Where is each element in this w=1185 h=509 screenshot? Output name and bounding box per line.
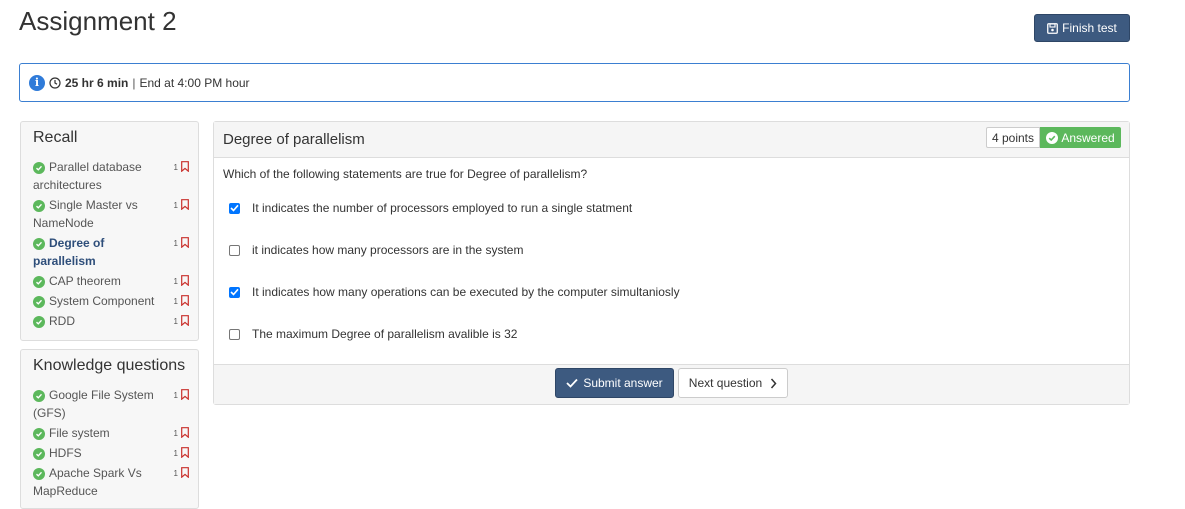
chevron-right-icon — [770, 378, 777, 389]
timer-end-time: End at 4:00 PM hour — [139, 75, 250, 90]
bookmark-icon[interactable] — [181, 447, 189, 458]
check-circle-icon — [33, 428, 45, 440]
sidebar-item-points: 1 — [173, 201, 178, 210]
sidebar-item-label: File system — [49, 426, 110, 440]
bookmark-icon[interactable] — [181, 161, 189, 172]
timer-duration: 25 hr 6 min — [65, 75, 129, 90]
sidebar-item-points: 1 — [173, 391, 178, 400]
question-footer: Submit answer Next question — [214, 364, 1129, 404]
answered-label: Answered — [1061, 130, 1115, 145]
sidebar-item[interactable]: System Component 1 — [21, 292, 198, 310]
question-panel: Degree of parallelism 4 points Answered … — [213, 121, 1130, 405]
answered-badge: Answered — [1040, 127, 1121, 148]
bookmark-icon[interactable] — [181, 427, 189, 438]
answer-option-label: It indicates how many operations can be … — [252, 285, 680, 299]
answer-checkbox[interactable] — [229, 244, 240, 256]
timer-info-bar: i 25 hr 6 min | End at 4:00 PM hour — [19, 63, 1130, 102]
clock-icon — [49, 76, 61, 89]
bookmark-icon[interactable] — [181, 467, 189, 478]
bookmark-icon[interactable] — [181, 389, 189, 400]
sidebar-item[interactable]: Single Master vs NameNode 1 — [21, 196, 198, 232]
check-circle-icon — [33, 468, 45, 480]
answer-option-label: it indicates how many processors are in … — [252, 243, 524, 257]
next-question-label: Next question — [688, 376, 763, 390]
sidebar-item[interactable]: CAP theorem 1 — [21, 272, 198, 290]
question-text: Which of the following statements are tr… — [223, 167, 588, 181]
sidebar-item-points: 1 — [173, 163, 178, 172]
answer-option[interactable]: The maximum Degree of parallelism avalib… — [229, 327, 517, 341]
sidebar-section-title: Recall — [33, 129, 78, 146]
bookmark-icon[interactable] — [181, 295, 189, 306]
answer-option-label: The maximum Degree of parallelism avalib… — [252, 327, 518, 341]
page-title: Assignment 2 — [19, 6, 177, 36]
answer-checkbox[interactable] — [229, 286, 240, 298]
finish-test-button[interactable]: Finish test — [1034, 14, 1130, 42]
sidebar-item-points: 1 — [173, 297, 178, 306]
info-icon: i — [29, 74, 45, 91]
points-badge: 4 points — [985, 127, 1040, 148]
check-circle-icon — [33, 200, 45, 212]
sidebar-item-label: System Component — [49, 294, 155, 308]
answer-checkbox[interactable] — [229, 202, 240, 214]
sidebar-item-points: 1 — [173, 239, 178, 248]
sidebar-item-label: CAP theorem — [49, 274, 121, 288]
sidebar-item[interactable]: Apache Spark Vs MapReduce 1 — [21, 464, 198, 500]
sidebar-item-label: Single Master vs NameNode — [33, 198, 138, 230]
check-circle-icon — [33, 296, 45, 308]
sidebar-item[interactable]: Degree of parallelism 1 — [21, 234, 198, 270]
checkmark-icon — [566, 378, 578, 388]
sidebar-item[interactable]: Parallel database architectures 1 — [21, 158, 198, 194]
sidebar-item-points: 1 — [173, 429, 178, 438]
sidebar-item-points: 1 — [173, 469, 178, 478]
next-question-button[interactable]: Next question — [678, 368, 788, 398]
answer-option[interactable]: It indicates the number of processors em… — [229, 201, 632, 215]
check-circle-icon — [33, 316, 45, 328]
bookmark-icon[interactable] — [181, 275, 189, 286]
sidebar-item-label: Parallel database architectures — [33, 160, 142, 192]
sidebar-item-points: 1 — [173, 277, 178, 286]
submit-answer-label: Submit answer — [583, 376, 663, 390]
check-circle-icon — [33, 162, 45, 174]
sidebar-section-recall: Recall Parallel database architectures 1 S… — [20, 121, 199, 341]
sidebar-item[interactable]: HDFS 1 — [21, 444, 198, 462]
sidebar-section-title: Knowledge questions — [33, 357, 186, 374]
bookmark-icon[interactable] — [181, 315, 189, 326]
answer-checkbox[interactable] — [229, 328, 240, 340]
sidebar-item-label: Google File System (GFS) — [33, 388, 154, 420]
sidebar-item-label: HDFS — [49, 446, 82, 460]
sidebar-item[interactable]: RDD 1 — [21, 312, 198, 330]
save-icon — [1047, 22, 1059, 34]
check-circle-icon — [33, 448, 45, 460]
submit-answer-button[interactable]: Submit answer — [555, 368, 674, 398]
answer-option-label: It indicates the number of processors em… — [252, 201, 633, 215]
sidebar-item[interactable]: File system 1 — [21, 424, 198, 442]
sidebar-item-label: Apache Spark Vs MapReduce — [33, 466, 142, 498]
sidebar-section-knowledge-questions: Knowledge questions Google File System (… — [20, 349, 199, 509]
finish-test-label: Finish test — [1062, 21, 1117, 35]
check-circle-icon — [33, 276, 45, 288]
bookmark-icon[interactable] — [181, 237, 189, 248]
answer-option[interactable]: It indicates how many operations can be … — [229, 285, 680, 299]
sidebar-item-label: RDD — [49, 314, 75, 328]
check-circle-icon — [33, 238, 45, 250]
sidebar-item-points: 1 — [173, 317, 178, 326]
question-title: Degree of parallelism — [223, 131, 365, 148]
timer-separator: | — [132, 75, 136, 90]
answer-option[interactable]: it indicates how many processors are in … — [229, 243, 523, 257]
sidebar-item-points: 1 — [173, 449, 178, 458]
bookmark-icon[interactable] — [181, 199, 189, 210]
check-circle-icon — [1046, 131, 1059, 144]
check-circle-icon — [33, 390, 45, 402]
sidebar-item[interactable]: Google File System (GFS) 1 — [21, 386, 198, 422]
question-header: Degree of parallelism 4 points Answered — [214, 122, 1129, 158]
